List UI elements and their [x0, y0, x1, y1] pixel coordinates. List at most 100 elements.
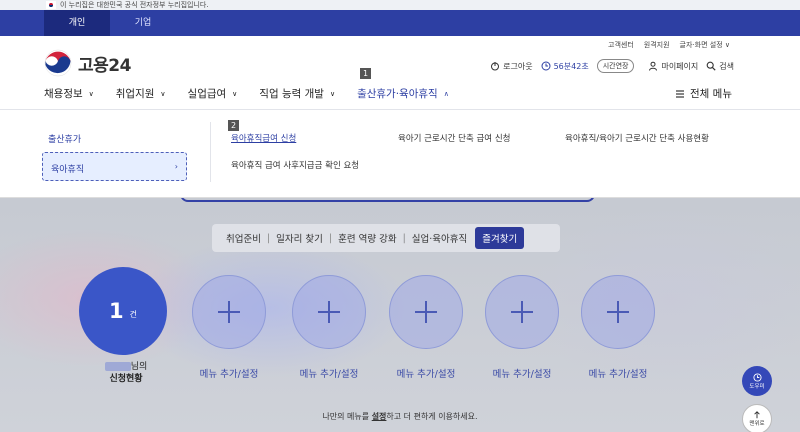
helper-button[interactable]: 도우미: [742, 366, 772, 396]
logout-label: 로그아웃: [503, 61, 533, 71]
scroll-top-label: 맨위로: [749, 421, 765, 427]
dropdown-divider: [210, 122, 211, 182]
tab-business[interactable]: 기업: [110, 10, 176, 36]
nav-label: 직업 능력 개발: [259, 88, 324, 100]
side-item-label: 육아휴직: [51, 165, 85, 175]
chevron-down-icon: ∨: [232, 89, 238, 98]
nav-label: 실업급여: [187, 88, 227, 100]
nav-employment-support[interactable]: 취업지원 ∨: [116, 86, 166, 101]
note-pre: 나만의 메뉴를: [322, 412, 372, 421]
plus-icon: [511, 301, 533, 323]
user-icon: [649, 61, 658, 71]
chevron-down-icon: ∨: [329, 89, 336, 98]
display-settings-link[interactable]: 글자·화면 설정 ∨: [680, 40, 730, 50]
quick-link-find-job[interactable]: 일자리 찾기: [276, 231, 323, 245]
quick-link-job-prep[interactable]: 취업준비: [226, 231, 261, 245]
logo-text: 고용24: [78, 55, 131, 76]
quick-link-unemployment-leave[interactable]: 실업·육아휴직: [412, 231, 467, 245]
quick-links-bar: 취업준비 | 일자리 찾기 | 훈련 역량 강화 | 실업·육아휴직 즐겨찾기: [212, 224, 560, 252]
search-box-edge: [180, 198, 595, 202]
application-status-label: 님의 신청현황: [96, 361, 156, 385]
hamburger-icon: [676, 89, 685, 98]
plus-icon: [318, 301, 340, 323]
application-count: 1: [109, 299, 124, 323]
add-menu-label[interactable]: 메뉴 추가/설정: [477, 366, 567, 380]
all-menu-label: 전체 메뉴: [690, 88, 732, 100]
korea-flag-icon: [46, 1, 56, 9]
account-utilities: 로그아웃 56분42초 시간연장 마이페이지 검색: [490, 59, 734, 73]
plus-icon: [415, 301, 437, 323]
step-badge-1: 1: [360, 68, 371, 79]
bg-decoration: [520, 208, 800, 388]
extend-time-button[interactable]: 시간연장: [596, 59, 635, 73]
utility-links: 고객센터 원격지원 글자·화면 설정 ∨: [608, 40, 730, 50]
all-menu-button[interactable]: 전체 메뉴: [675, 86, 732, 101]
favorites-button[interactable]: 즐겨찾기: [475, 227, 525, 249]
plus-icon: [607, 301, 629, 323]
add-menu-label[interactable]: 메뉴 추가/설정: [284, 366, 374, 380]
site-logo[interactable]: 고용24: [44, 49, 131, 77]
name-suffix: 님의: [130, 362, 148, 372]
tab-personal[interactable]: 개인: [44, 10, 110, 36]
mypage-link[interactable]: 마이페이지: [648, 61, 698, 72]
note-post: 하고 더 편하게 이용하세요.: [386, 412, 478, 421]
add-menu-label[interactable]: 메뉴 추가/설정: [381, 366, 471, 380]
help-icon: [752, 372, 762, 382]
submenu-parental-leave-benefit-apply[interactable]: 육아휴직급여 신청: [231, 132, 296, 144]
step-badge-2: 2: [228, 120, 239, 131]
submenu-deferred-payment-check[interactable]: 육아휴직 급여 사후지급금 확인 요청: [231, 159, 359, 171]
chevron-right-icon: ›: [174, 162, 178, 171]
separator: |: [266, 232, 271, 244]
nav-label: 취업지원: [115, 88, 155, 100]
submenu-usage-status[interactable]: 육아휴직/육아기 근로시간 단축 사용현황: [565, 132, 709, 144]
side-item-parental-leave[interactable]: 육아휴직 ›: [42, 152, 187, 181]
helper-label: 도우미: [749, 383, 765, 390]
quick-link-training[interactable]: 훈련 역량 강화: [338, 231, 396, 245]
add-menu-button[interactable]: [192, 275, 266, 349]
separator: |: [328, 232, 333, 244]
plus-icon: [218, 301, 240, 323]
gov-banner: 이 누리집은 대한민국 공식 전자정부 누리집입니다.: [0, 0, 800, 10]
session-timer: 56분42초: [541, 61, 589, 72]
bg-decoration: [130, 238, 410, 378]
mypage-label: 마이페이지: [661, 61, 699, 71]
user-type-tabs: 개인 기업: [0, 10, 800, 36]
add-menu-button[interactable]: [581, 275, 655, 349]
nav-maternity-parental-leave[interactable]: 출산휴가·육아휴직 ∧: [357, 86, 449, 101]
logout-button[interactable]: 로그아웃: [490, 61, 533, 72]
search-button[interactable]: 검색: [706, 61, 734, 72]
main-nav: 채용정보 ∨ 취업지원 ∨ 실업급여 ∨ 직업 능력 개발 ∨ 출산휴가·육아휴직 ∧: [44, 86, 449, 101]
arrow-up-icon: [754, 411, 760, 419]
main-content-overlay: 취업준비 | 일자리 찾기 | 훈련 역량 강화 | 실업·육아휴직 즐겨찾기 1 건…: [0, 198, 800, 432]
search-icon: [706, 61, 716, 71]
separator: |: [402, 232, 406, 244]
timer-value: 56분42초: [553, 61, 589, 71]
side-item-maternity-leave[interactable]: 출산휴가: [48, 132, 81, 145]
add-menu-button[interactable]: [389, 275, 463, 349]
scroll-top-button[interactable]: 맨위로: [742, 404, 772, 432]
chevron-up-icon: ∧: [443, 89, 449, 98]
chevron-down-icon: ∨: [160, 89, 166, 98]
nav-label: 출산휴가·육아휴직: [357, 88, 438, 100]
remote-support-link[interactable]: 원격지원: [644, 40, 670, 50]
status-title: 신청현황: [109, 374, 143, 384]
add-menu-button[interactable]: [485, 275, 559, 349]
application-count-circle[interactable]: 1 건: [79, 267, 167, 355]
setup-link[interactable]: 설정: [372, 412, 387, 421]
add-menu-label[interactable]: 메뉴 추가/설정: [573, 366, 663, 380]
submenu-reduced-hours-benefit-apply[interactable]: 육아기 근로시간 단축 급여 신청: [398, 132, 510, 144]
nav-job-skills[interactable]: 직업 능력 개발 ∨: [259, 86, 335, 101]
customer-center-link[interactable]: 고객센터: [608, 40, 634, 50]
chevron-down-icon: ∨: [88, 89, 94, 98]
mega-menu-dropdown: 출산휴가 육아휴직 › 2 육아휴직급여 신청 육아기 근로시간 단축 급여 신…: [0, 110, 800, 198]
add-menu-button[interactable]: [292, 275, 366, 349]
nav-unemployment-benefit[interactable]: 실업급여 ∨: [188, 86, 238, 101]
gov-banner-text: 이 누리집은 대한민국 공식 전자정부 누리집입니다.: [60, 1, 209, 9]
nav-job-info[interactable]: 채용정보 ∨: [44, 86, 94, 101]
search-label: 검색: [719, 61, 734, 71]
power-icon: [491, 62, 500, 71]
taegeuk-logo-icon: [44, 49, 72, 77]
add-menu-label[interactable]: 메뉴 추가/설정: [184, 366, 274, 380]
menu-setup-note: 나만의 메뉴를 설정하고 더 편하게 이용하세요.: [0, 411, 800, 422]
clock-icon: [541, 61, 551, 71]
